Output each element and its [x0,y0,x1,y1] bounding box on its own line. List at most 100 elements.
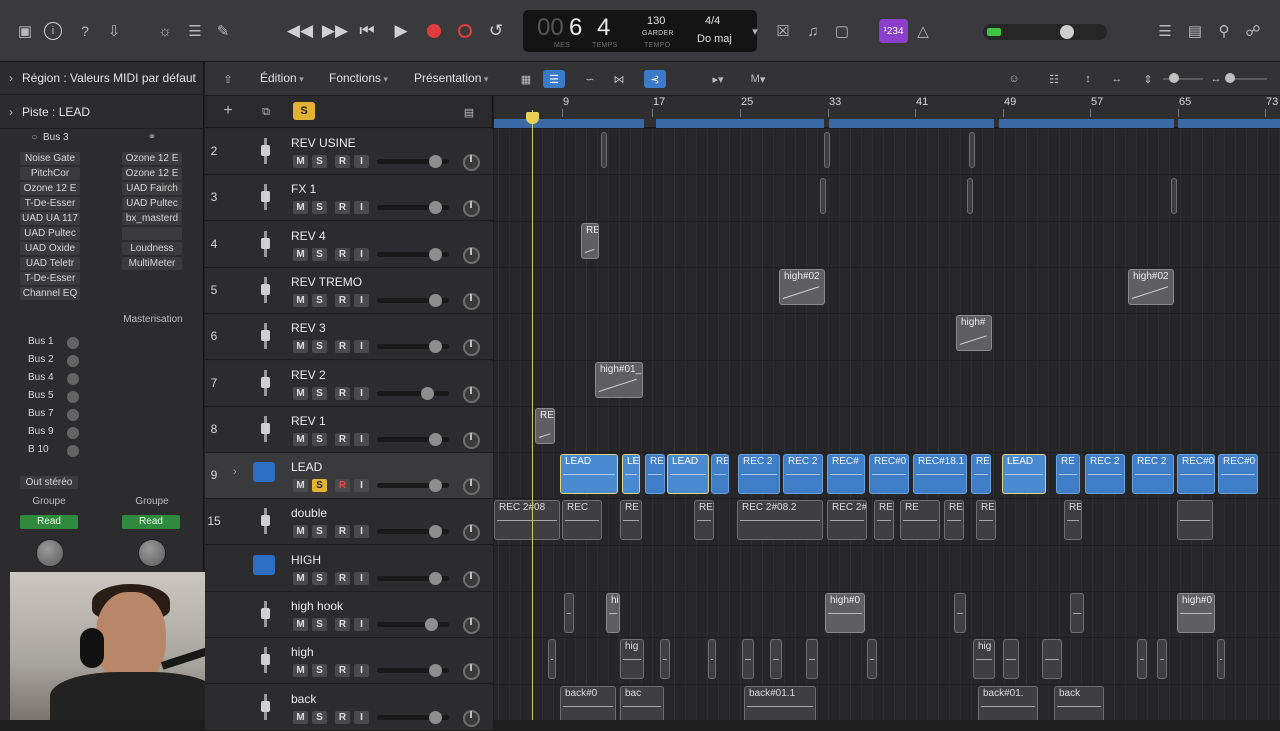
region[interactable]: RE [711,454,729,495]
list-view-icon[interactable]: ☰ [543,70,565,88]
solo-button[interactable]: S [312,340,327,354]
pan-knob[interactable] [463,385,480,403]
volume-fader-knob[interactable] [428,571,442,585]
track-name[interactable]: LEAD [291,460,322,474]
mute-button[interactable]: M [293,525,308,539]
mute-button[interactable]: M [293,293,308,307]
pan-knob[interactable] [463,663,480,681]
region[interactable]: back#0 [560,685,616,720]
volume-fader-knob[interactable] [428,432,442,446]
region[interactable]: REC [694,500,714,541]
inspector-icon[interactable]: i [44,22,62,40]
rewind-icon[interactable]: ◀◀ [285,17,315,45]
region[interactable]: LEAD [1002,454,1046,495]
region[interactable]: RE [976,500,996,541]
library-icon[interactable]: ▣ [14,20,36,42]
region[interactable]: high# [956,315,992,352]
solo-button[interactable]: S [312,247,327,261]
region[interactable]: REC#0 [1177,454,1215,495]
help-icon[interactable]: ? [74,20,96,42]
track-inspector-row[interactable]: › Piste : LEAD [0,96,204,129]
region[interactable]: LEAD [667,454,709,495]
input-monitor-button[interactable]: I [354,571,369,585]
region[interactable]: REC#0 [1218,454,1258,495]
region[interactable]: RE [900,500,940,541]
metronome-icon[interactable]: △ [912,20,934,42]
link-icon[interactable]: ⚭ [122,131,182,144]
region[interactable]: REC 2# [827,500,867,541]
region[interactable]: high#0 [1177,593,1215,633]
plugin-slot[interactable]: Loudness [122,242,182,255]
track-header[interactable]: 15 double M S R I [205,499,493,546]
editor-icon[interactable]: ✎ [212,20,234,42]
send-level-knob[interactable] [67,427,79,439]
send-label[interactable]: Bus 1 [28,336,54,347]
menu-fonctions[interactable]: Fonctions [329,71,388,85]
input-monitor-button[interactable]: I [354,155,369,168]
region[interactable] [1003,639,1019,680]
region[interactable]: REC [562,500,602,541]
region[interactable]: back#01.1 [744,685,816,720]
volume-fader-knob[interactable] [421,386,435,400]
send-label[interactable]: Bus 4 [28,372,54,383]
solo-button[interactable]: S [312,155,327,168]
region[interactable] [1217,639,1225,680]
record-enable-button[interactable]: R [335,618,350,631]
horizontal-fit-icon[interactable]: ↔ [1106,70,1128,88]
input-monitor-button[interactable]: I [354,710,369,724]
plugin-slot[interactable] [122,227,182,240]
mute-button[interactable]: M [293,710,308,724]
track-name[interactable]: high [291,645,314,659]
record-enable-button[interactable]: R [335,340,350,354]
track-settings-icon[interactable]: ▤ [458,103,480,121]
bar-ruler[interactable]: 9 17 25 33 41 49 57 65 73 [494,96,1280,128]
track-name[interactable]: FX 1 [291,182,316,196]
solo-button[interactable]: S [312,710,327,724]
track-name[interactable]: high hook [291,599,343,613]
expand-chevron-icon[interactable]: › [233,466,237,478]
input-monitor-button[interactable]: I [354,340,369,354]
track-name[interactable]: REV 4 [291,229,326,243]
send-label[interactable]: Bus 2 [28,354,54,365]
region[interactable] [660,639,670,680]
cycle-region[interactable] [656,119,824,128]
mute-button[interactable]: M [293,155,308,168]
count-in-badge[interactable]: ¹234 [879,19,908,43]
region[interactable]: REC 2#08 [494,500,560,541]
automation-mode-1[interactable]: Read [20,515,78,529]
input-monitor-button[interactable]: I [354,618,369,631]
send-label[interactable]: B 10 [28,444,49,455]
region[interactable]: RE [1056,454,1080,495]
record-enable-button[interactable]: R [335,525,350,539]
volume-fader-knob[interactable] [428,479,442,493]
cycle-region[interactable] [1178,119,1280,128]
arrange-area[interactable]: 9 17 25 33 41 49 57 65 73 RE high#02 high#02 high# h… [494,96,1280,720]
pan-knob[interactable] [463,524,480,542]
volume-fader-knob[interactable] [428,664,442,678]
send-level-knob[interactable] [67,337,79,349]
region[interactable] [824,132,830,168]
region[interactable] [564,593,574,633]
track-header[interactable]: back M S R I [205,684,493,731]
region[interactable] [1137,639,1147,680]
input-monitor-button[interactable]: I [354,432,369,446]
track-name[interactable]: HIGH [291,553,321,567]
region[interactable]: REC#0 [869,454,909,495]
plugin-slot[interactable]: UAD Pultec [20,227,80,240]
up-arrow-icon[interactable]: ⇧ [217,70,239,88]
cycle-region[interactable] [999,119,1174,128]
plugin-slot[interactable]: UAD UA 117 [20,212,80,225]
region[interactable]: RE [645,454,665,495]
group-slot-2[interactable]: Groupe [122,496,182,507]
solo-button[interactable]: S [312,432,327,446]
region[interactable]: RE [535,407,555,444]
download-icon[interactable]: ⇩ [103,20,125,42]
plugin-slot[interactable]: Ozone 12 E [122,152,182,165]
volume-fader-knob[interactable] [428,525,442,539]
record-button[interactable] [419,17,449,45]
send-label[interactable]: Bus 7 [28,408,54,419]
master-volume-knob[interactable] [1060,25,1074,39]
region[interactable] [601,132,607,168]
solo-button[interactable]: S [312,571,327,585]
input-monitor-button[interactable]: I [354,201,369,215]
